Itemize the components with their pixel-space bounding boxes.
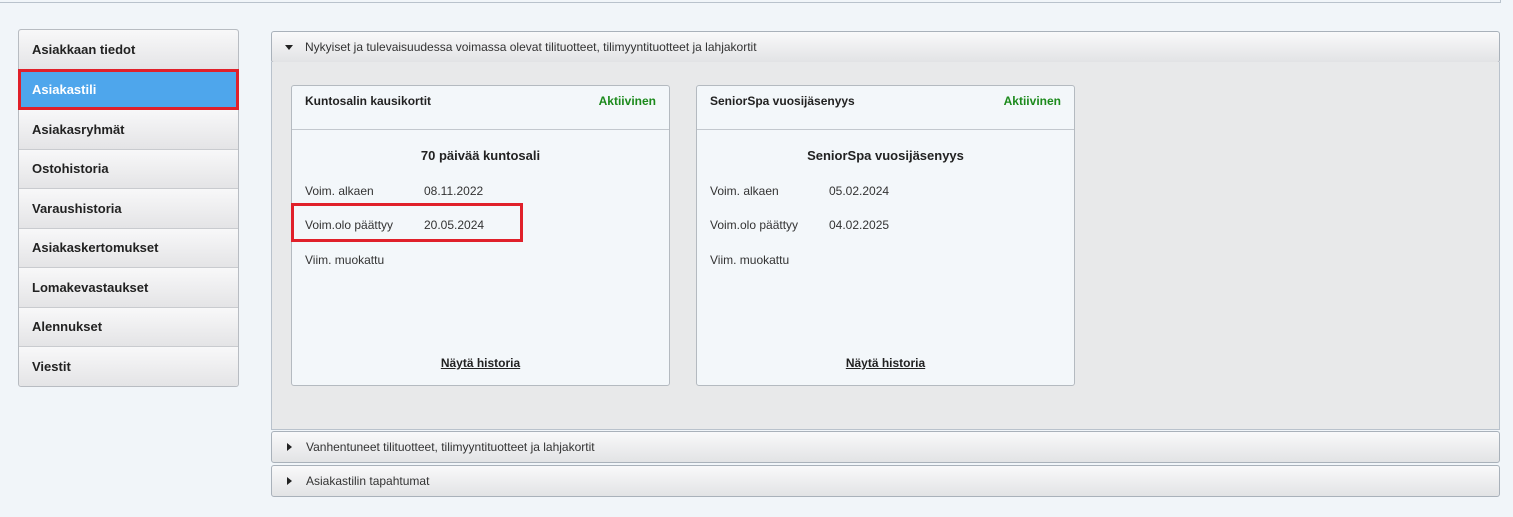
modified-row: Viim. muokattu: [305, 253, 424, 267]
end-date-label: Voim.olo päättyy: [305, 218, 394, 232]
sidebar-item-viestit[interactable]: Viestit: [19, 346, 238, 386]
sidebar-item-ostohistoria[interactable]: Ostohistoria: [19, 148, 238, 188]
panel-current-header[interactable]: Nykyiset ja tulevaisuudessa voimassa ole…: [271, 31, 1500, 63]
sidebar-item-asiakastili[interactable]: Asiakastili: [18, 68, 239, 110]
panel-expired-title: Vanhentuneet tilituotteet, tilimyyntituo…: [306, 440, 595, 454]
sidebar-item-asiakkaan-tiedot[interactable]: Asiakkaan tiedot: [19, 30, 238, 70]
panel-events-header[interactable]: Asiakastilin tapahtumat: [271, 465, 1500, 497]
modified-label: Viim. muokattu: [710, 253, 790, 267]
show-history-link[interactable]: Näytä historia: [292, 356, 669, 370]
sidebar-item-alennukset[interactable]: Alennukset: [19, 306, 238, 346]
sidebar: Asiakkaan tiedot Asiakastili Asiakasryhm…: [18, 29, 239, 387]
modified-label: Viim. muokattu: [305, 253, 385, 267]
panel-current-title: Nykyiset ja tulevaisuudessa voimassa ole…: [305, 40, 757, 54]
caret-right-icon: [287, 477, 292, 485]
start-date-value: 08.11.2022: [424, 184, 484, 198]
card-header: SeniorSpa vuosijäsenyys Aktiivinen: [697, 86, 1074, 130]
end-date-value: 20.05.2024: [424, 218, 485, 232]
status-badge: Aktiivinen: [598, 94, 656, 108]
start-date-label: Voim. alkaen: [305, 184, 374, 198]
product-card: SeniorSpa vuosijäsenyys Aktiivinen Senio…: [696, 85, 1075, 386]
panel-expired-header[interactable]: Vanhentuneet tilituotteet, tilimyyntituo…: [271, 431, 1500, 463]
end-date-row: Voim.olo päättyy 20.05.2024: [305, 218, 484, 232]
end-date-label: Voim.olo päättyy: [710, 218, 799, 232]
card-header: Kuntosalin kausikortit Aktiivinen: [292, 86, 669, 130]
start-date-row: Voim. alkaen 08.11.2022: [305, 184, 483, 198]
top-bar: [0, 0, 1501, 3]
end-date-value: 04.02.2025: [829, 218, 890, 232]
card-product-name: 70 päivää kuntosali: [420, 148, 541, 163]
panel-events-title: Asiakastilin tapahtumat: [306, 474, 430, 488]
panel-current-body: Kuntosalin kausikortit Aktiivinen 70 päi…: [271, 62, 1500, 430]
sidebar-item-lomakevastaukset[interactable]: Lomakevastaukset: [19, 267, 238, 307]
sidebar-item-asiakaskertomukset[interactable]: Asiakaskertomukset: [19, 227, 238, 267]
start-date-label: Voim. alkaen: [710, 184, 779, 198]
card-title: Kuntosalin kausikortit: [305, 94, 432, 108]
status-badge: Aktiivinen: [1003, 94, 1061, 108]
caret-right-icon: [287, 443, 292, 451]
card-product-name: SeniorSpa vuosijäsenyys: [807, 148, 964, 163]
product-card: Kuntosalin kausikortit Aktiivinen 70 päi…: [291, 85, 670, 386]
start-date-row: Voim. alkaen 05.02.2024: [710, 184, 889, 198]
start-date-value: 05.02.2024: [829, 184, 890, 198]
show-history-link[interactable]: Näytä historia: [697, 356, 1074, 370]
sidebar-item-asiakasryhmat[interactable]: Asiakasryhmät: [19, 109, 238, 149]
sidebar-item-varaushistoria[interactable]: Varaushistoria: [19, 188, 238, 228]
card-title: SeniorSpa vuosijäsenyys: [710, 94, 855, 108]
caret-down-icon: [285, 44, 293, 50]
modified-row: Viim. muokattu: [710, 253, 829, 267]
end-date-row: Voim.olo päättyy 04.02.2025: [710, 218, 889, 232]
